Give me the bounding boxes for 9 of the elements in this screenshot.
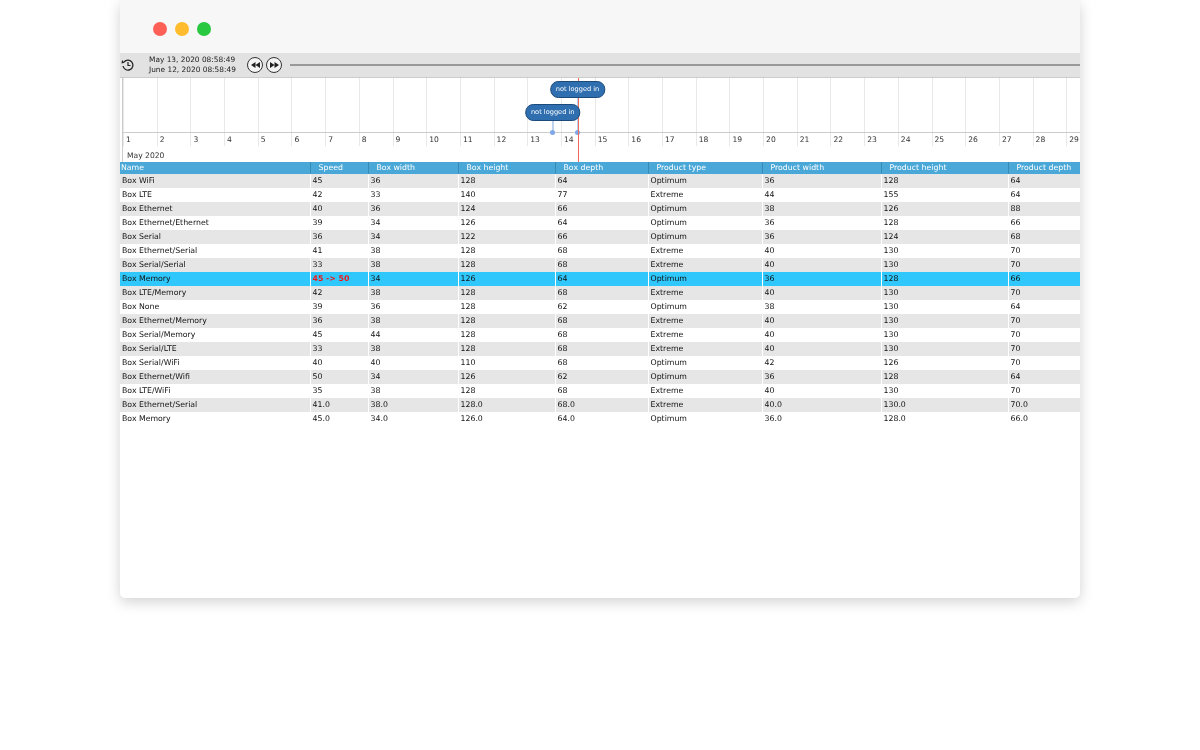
fast-forward-icon: [269, 62, 279, 68]
fast-forward-button[interactable]: [266, 57, 282, 73]
history-icon[interactable]: [121, 58, 135, 72]
time-cursor-line[interactable]: [577, 78, 579, 162]
close-window-icon[interactable]: [153, 21, 167, 36]
event-stem: [551, 121, 554, 132]
rewind-icon: [250, 62, 260, 68]
timeline-slider-track[interactable]: [290, 64, 1080, 66]
rewind-button[interactable]: [247, 57, 263, 73]
